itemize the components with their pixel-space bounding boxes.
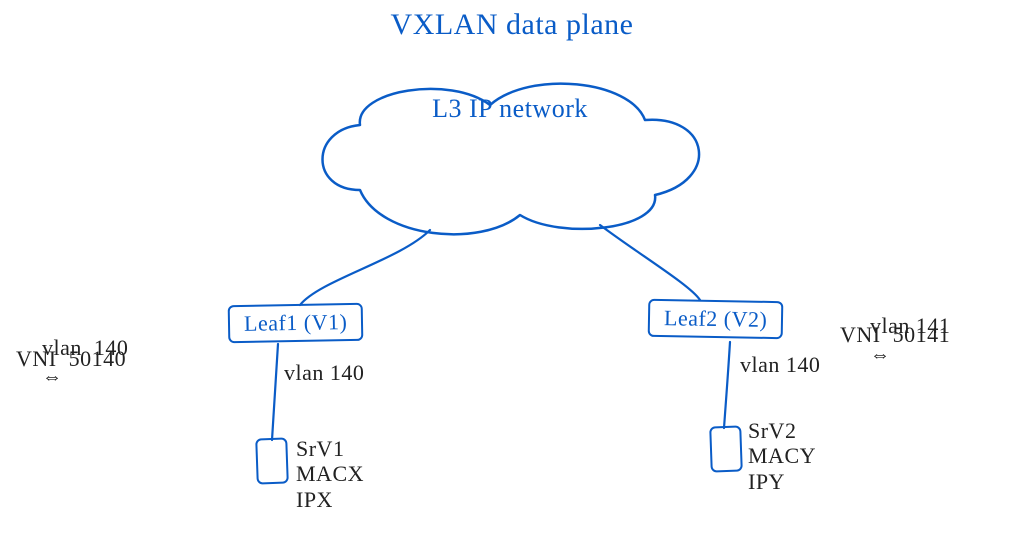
leaf1-vni-mapping: VNI 50140 — [16, 346, 126, 371]
diagram-stage: VXLAN data plane L3 IP network Leaf1 (V1… — [0, 0, 1024, 560]
srv1-ip: IPX — [296, 487, 333, 512]
diagram-title: VXLAN data plane — [0, 8, 1024, 42]
leaf2-node: Leaf2 (V2) — [648, 299, 784, 339]
srv2-name: SrV2 — [748, 418, 796, 443]
leaf1-node: Leaf1 (V1) — [228, 303, 364, 343]
link-leaf2-srv2 — [724, 342, 730, 428]
srv2-ip: IPY — [748, 469, 785, 494]
leaf2-downlink-vlan: vlan 140 — [740, 352, 820, 377]
link-leaf1-srv1 — [272, 344, 278, 440]
leaf1-label: Leaf1 (V1) — [244, 309, 348, 336]
cloud-label: L3 IP network — [300, 94, 720, 124]
server2-icon — [709, 425, 743, 472]
leaf1-downlink-vlan: vlan 140 — [284, 360, 364, 385]
srv1-name: SrV1 — [296, 436, 344, 461]
server1-icon — [255, 437, 289, 484]
srv2-mac: MACY — [748, 443, 816, 468]
srv1-mac: MACX — [296, 461, 364, 486]
leaf2-label: Leaf2 (V2) — [664, 305, 768, 332]
server1-labels: SrV1 MACX IPX — [296, 436, 364, 512]
server2-labels: SrV2 MACY IPY — [748, 418, 816, 494]
l3-cloud: L3 IP network — [300, 70, 720, 250]
leaf2-vni-mapping: VNI 50141 — [840, 322, 950, 347]
